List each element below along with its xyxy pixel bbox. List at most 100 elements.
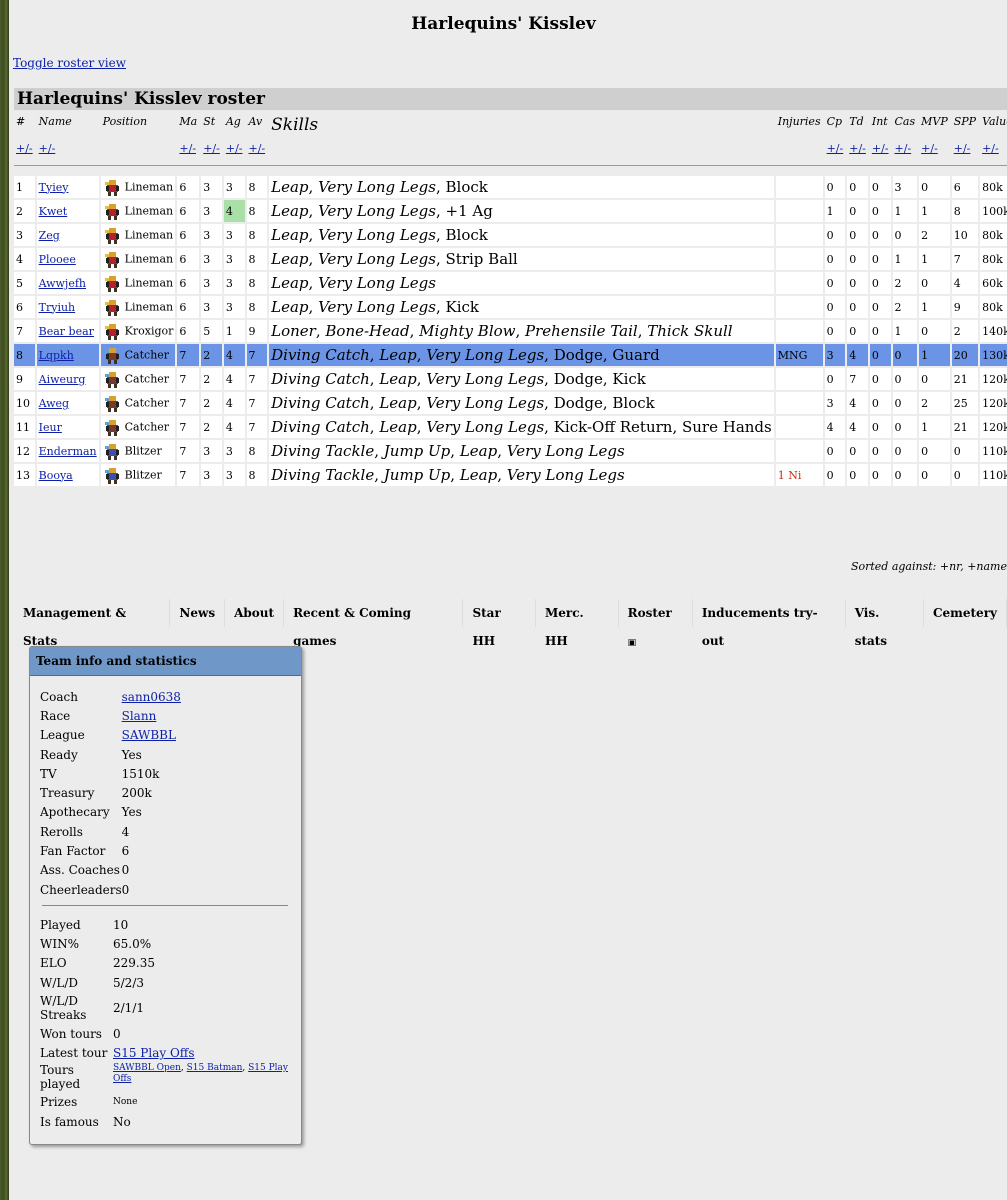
- player-name-link[interactable]: Aiweurg: [39, 373, 86, 386]
- sort-ag-link[interactable]: +/-: [226, 142, 243, 155]
- tab-recent-games[interactable]: Recent & Coming games: [284, 599, 464, 648]
- player-value: 140k: [980, 320, 1007, 342]
- tab-vis-stats[interactable]: Vis. stats: [845, 599, 924, 648]
- player-name-link[interactable]: Enderman: [39, 445, 97, 458]
- roster-header-row: # Name Position Ma St Ag Av Skills Injur…: [14, 112, 1007, 138]
- tour-link[interactable]: S15 Batman: [187, 1063, 243, 1073]
- tab-star-hh[interactable]: Star HH: [463, 599, 536, 648]
- stat-cp: 0: [824, 176, 846, 198]
- info-link[interactable]: Slann: [122, 709, 157, 723]
- player-name-link[interactable]: Tyiey: [39, 181, 69, 194]
- player-skills: Diving Tackle, Jump Up, Leap, Very Long …: [269, 464, 774, 486]
- tab-about[interactable]: About: [225, 599, 285, 627]
- latest-tour-link[interactable]: S15 Play Offs: [113, 1046, 195, 1060]
- info-label: Coach: [40, 689, 79, 704]
- grass-border: [0, 0, 9, 1200]
- sort-cas-link[interactable]: +/-: [895, 142, 912, 155]
- sort-value-link[interactable]: +/-: [982, 142, 999, 155]
- info-value: 0: [121, 882, 130, 897]
- player-name-link[interactable]: Ieur: [39, 421, 62, 434]
- tour-link[interactable]: Offs: [113, 1074, 131, 1084]
- sort-td-link[interactable]: +/-: [849, 142, 866, 155]
- starting-skill: Loner: [271, 322, 316, 340]
- info-link[interactable]: sann0638: [122, 690, 181, 704]
- info-label: Rerolls: [40, 824, 83, 839]
- player-name-link[interactable]: Kwet: [39, 205, 68, 218]
- player-name-link[interactable]: Lqpkh: [39, 349, 74, 362]
- col-name: Name: [38, 115, 72, 128]
- info-link[interactable]: SAWBBL: [122, 728, 176, 742]
- info-label: Fan Factor: [40, 844, 106, 859]
- player-number: 2: [14, 200, 35, 222]
- stat-ag: 3: [223, 272, 245, 294]
- sort-int-link[interactable]: +/-: [872, 142, 889, 155]
- roster-row[interactable]: 3 Zeg Lineman 6 3 3 8 Leap, Very Long Legs, Blo…: [14, 224, 1007, 246]
- player-injuries: [775, 392, 823, 414]
- roster-row[interactable]: 6 Tryiuh Lineman 6 3 3 8 Leap, Very Long Legs, …: [14, 296, 1007, 318]
- sort-spp-link[interactable]: +/-: [954, 142, 971, 155]
- tab-cemetery[interactable]: Cemetery: [924, 599, 1007, 627]
- page-title: Harlequins' Kisslev: [411, 14, 596, 34]
- roster-row[interactable]: 9 Aiweurg Catcher 7 2 4 7 Diving Catch, Leap, V…: [14, 368, 1007, 390]
- player-name-link[interactable]: Awwjefh: [39, 277, 86, 290]
- gained-skill: Block: [445, 178, 488, 196]
- roster-row[interactable]: 12 Enderman Blitzer 7 3 3 8 Diving Tackle, Jump…: [14, 440, 1007, 462]
- sort-name-link[interactable]: +/-: [39, 142, 56, 155]
- player-name-link[interactable]: Aweg: [39, 397, 69, 410]
- tab-inducements[interactable]: Inducements try-out: [692, 599, 846, 648]
- roster-row[interactable]: 13 Booya Blitzer 7 3 3 8 Diving Tackle, Jump Up…: [14, 464, 1007, 486]
- stat-av: 8: [246, 296, 268, 318]
- player-name-link[interactable]: Tryiuh: [39, 301, 76, 314]
- player-name-link[interactable]: Plooee: [39, 253, 76, 266]
- player-position: Catcher: [100, 344, 176, 366]
- player-name-link[interactable]: Bear bear: [39, 325, 94, 338]
- stat-ma: 6: [177, 176, 200, 198]
- player-name-cell: Zeg: [36, 224, 99, 246]
- roster-row[interactable]: 1 Tyiey Lineman 6 3 3 8 Leap, Very Long Legs, B…: [14, 176, 1007, 198]
- tab-roster[interactable]: Roster ▣: [618, 599, 693, 648]
- roster-row[interactable]: 2 Kwet Lineman 6 3 4 8 Leap, Very Long Legs, +1…: [14, 200, 1007, 222]
- stat-ma: 6: [177, 320, 200, 342]
- stat-row: Tours played SAWBBL Open, S15 Batman, S1…: [40, 1063, 288, 1093]
- stat-ma: 6: [177, 248, 200, 270]
- info-value: 1510k: [121, 766, 160, 781]
- player-number: 12: [14, 440, 35, 462]
- roster-section: Harlequins' Kisslev roster # Name Positi…: [14, 88, 1007, 488]
- col-cp: Cp: [826, 115, 843, 128]
- tour-link[interactable]: SAWBBL Open: [113, 1063, 181, 1073]
- sort-mvp-link[interactable]: +/-: [921, 142, 938, 155]
- player-name-link[interactable]: Zeg: [39, 229, 60, 242]
- gained-skill: Kick: [445, 298, 480, 316]
- stat-int: 0: [869, 296, 891, 318]
- player-figure-icon: [103, 274, 122, 293]
- roster-row[interactable]: 8 Lqpkh Catcher 7 2 4 7 Diving Catch, Leap, Ver…: [14, 344, 1007, 366]
- toggle-roster-view-link[interactable]: Toggle roster view: [13, 56, 126, 70]
- starting-skill: Jump Up: [383, 442, 451, 460]
- sort-cp-link[interactable]: +/-: [827, 142, 844, 155]
- player-figure-icon: [103, 250, 122, 269]
- stat-av: 8: [246, 200, 268, 222]
- stat-cas: 0: [892, 416, 918, 438]
- stat-av: 8: [246, 176, 268, 198]
- sort-nr-link[interactable]: +/-: [16, 142, 33, 155]
- tab-news[interactable]: News: [170, 599, 226, 627]
- sort-ma-link[interactable]: +/-: [179, 142, 196, 155]
- roster-row[interactable]: 10 Aweg Catcher 7 2 4 7 Diving Catch, Leap, Ver…: [14, 392, 1007, 414]
- player-position: Catcher: [100, 392, 176, 414]
- stat-cp: 1: [824, 200, 846, 222]
- tour-link[interactable]: S15 Play: [248, 1063, 288, 1073]
- starting-skill: Very Long Legs: [426, 418, 545, 436]
- roster-row[interactable]: 4 Plooee Lineman 6 3 3 8 Leap, Very Long Legs, …: [14, 248, 1007, 270]
- roster-row[interactable]: 7 Bear bear Kroxigor 6 5 1 9 Loner, Bone-Head, …: [14, 320, 1007, 342]
- tab-merc-hh[interactable]: Merc. HH: [535, 599, 619, 648]
- roster-row[interactable]: 5 Awwjefh Lineman 6 3 3 8 Leap, Very Long Legs 0…: [14, 272, 1007, 294]
- roster-row[interactable]: 11 Ieur Catcher 7 2 4 7 Diving Catch, Leap, Ver…: [14, 416, 1007, 438]
- player-name-link[interactable]: Booya: [39, 469, 73, 482]
- tab-management-stats[interactable]: Management & Stats: [14, 599, 171, 648]
- player-number: 4: [14, 248, 35, 270]
- info-label: Apothecary: [40, 805, 110, 820]
- sort-av-link[interactable]: +/-: [249, 142, 266, 155]
- col-ag: Ag: [225, 115, 241, 128]
- starting-skill: Diving Tackle: [271, 466, 375, 484]
- sort-st-link[interactable]: +/-: [203, 142, 220, 155]
